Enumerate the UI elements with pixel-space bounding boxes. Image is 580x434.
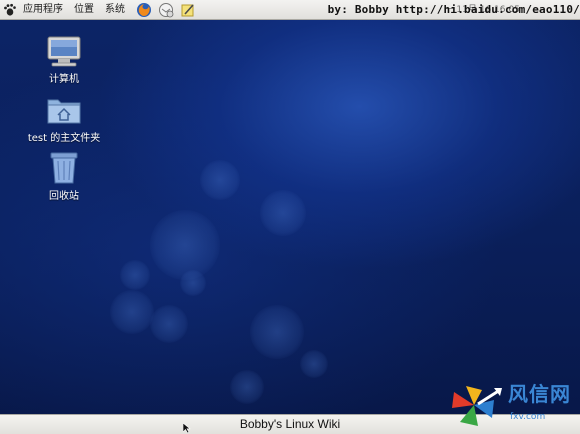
- author-watermark: by: Bobby http://hi.baidu.com/eao110/: [327, 3, 580, 16]
- home-folder-icon: [44, 93, 84, 127]
- bokeh-light: [230, 370, 264, 404]
- bokeh-light: [150, 210, 220, 280]
- desktop-icon-trash[interactable]: 回收站: [29, 151, 99, 202]
- bokeh-light: [250, 305, 304, 359]
- menu-applications[interactable]: 应用程序: [23, 1, 63, 19]
- notes-icon[interactable]: [180, 2, 196, 18]
- bokeh-light: [150, 305, 188, 343]
- brand-watermark: 风信网 fxv.com: [448, 378, 578, 432]
- bokeh-light: [260, 190, 306, 236]
- desktop-icon-computer[interactable]: 计算机: [29, 34, 99, 85]
- desktop-background[interactable]: 计算机 test 的主文件夹 回收站: [0, 20, 580, 414]
- bokeh-light: [120, 260, 150, 290]
- desktop-icon-label: 计算机: [49, 74, 79, 85]
- mouse-cursor-icon: [183, 423, 191, 433]
- desktop-icon-label: 回收站: [49, 191, 79, 202]
- bokeh-light: [180, 270, 206, 296]
- desktop-screen: 应用程序 位置 系统 一 11月 16 16:05 by: Bobby http…: [0, 0, 580, 434]
- bokeh-light: [110, 290, 154, 334]
- bokeh-light: [300, 350, 328, 378]
- brand-name: 风信网: [508, 382, 571, 406]
- desktop-icon-home-folder[interactable]: test 的主文件夹: [27, 93, 101, 144]
- menu-system[interactable]: 系统: [105, 1, 125, 19]
- menu-places[interactable]: 位置: [74, 1, 94, 19]
- trash-icon: [44, 151, 84, 185]
- mail-icon[interactable]: [158, 2, 174, 18]
- desktop-icon-label: test 的主文件夹: [27, 133, 101, 144]
- foot-icon[interactable]: [3, 2, 19, 18]
- bokeh-light: [200, 160, 240, 200]
- pinwheel-logo-icon: [452, 386, 502, 426]
- computer-icon: [44, 34, 84, 68]
- firefox-icon[interactable]: [136, 2, 152, 18]
- brand-url: fxv.com: [510, 412, 546, 422]
